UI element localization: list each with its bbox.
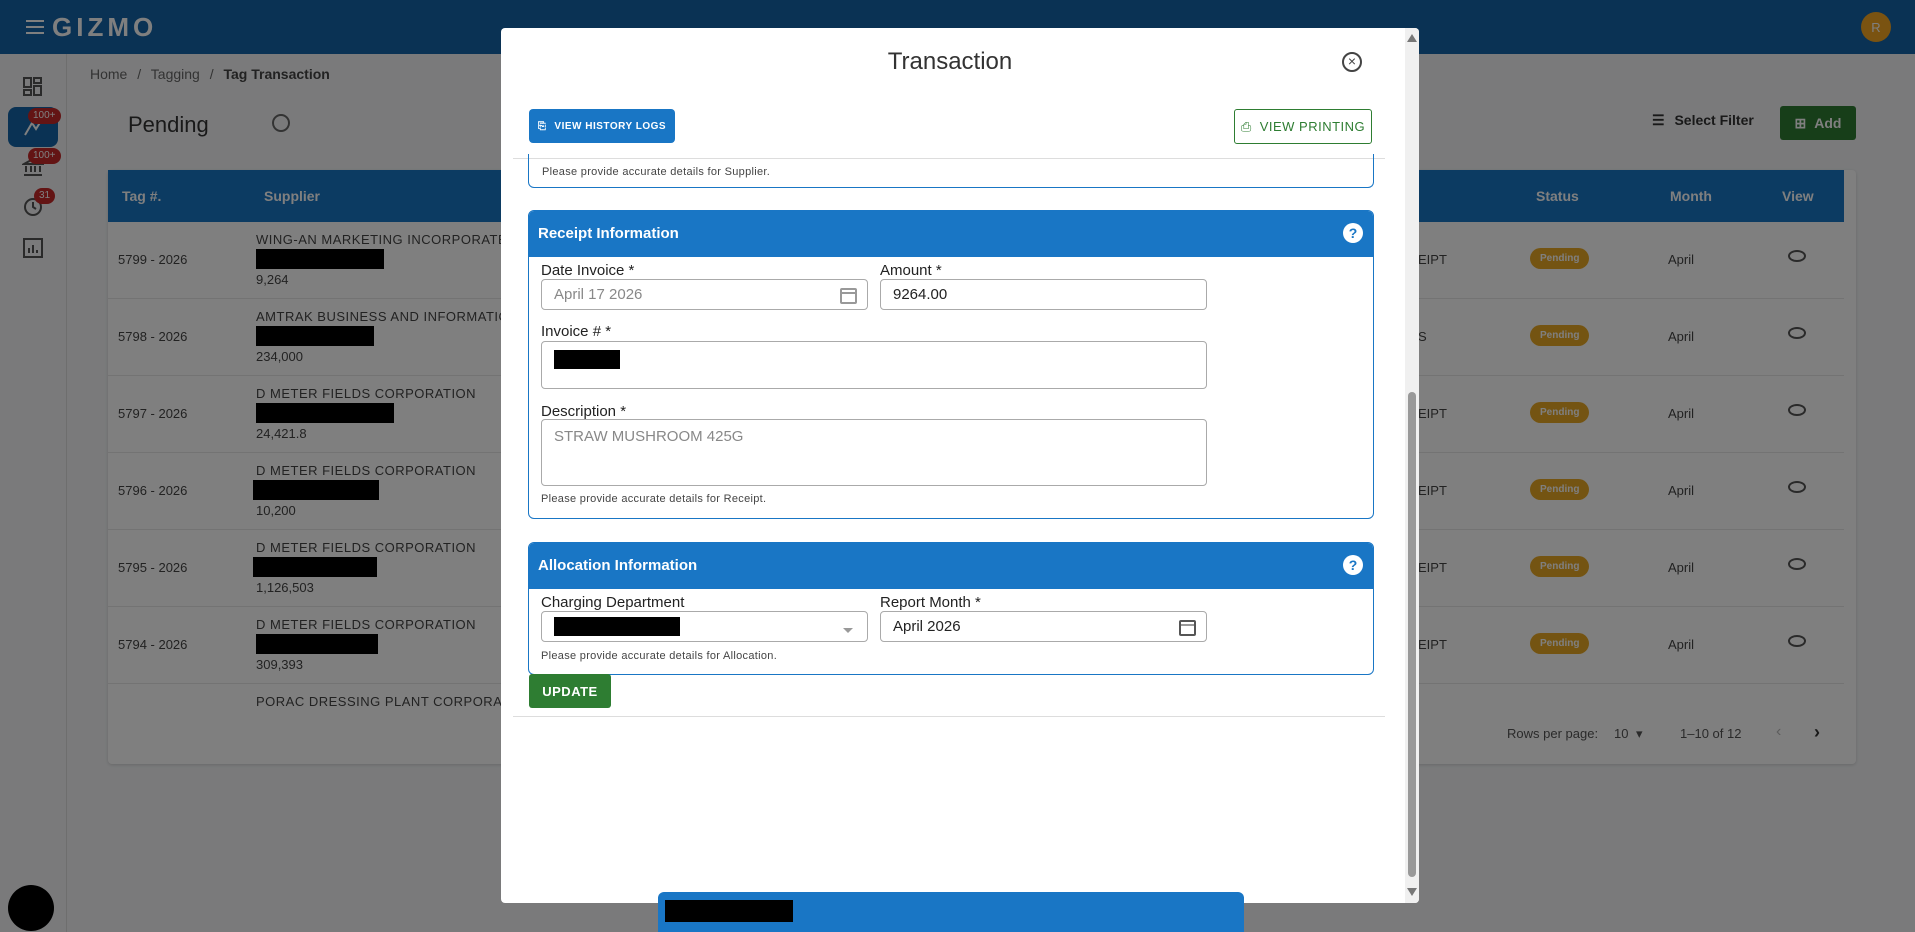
calendar-icon[interactable] xyxy=(1179,620,1196,636)
supplier-help-text: Please provide accurate details for Supp… xyxy=(542,166,771,178)
transaction-modal: Transaction × ⎘ VIEW HISTORY LOGS ⎙ VIEW… xyxy=(501,28,1419,903)
view-history-logs-button[interactable]: ⎘ VIEW HISTORY LOGS xyxy=(529,109,675,143)
allocation-section-title: Allocation Information xyxy=(538,557,698,574)
receipt-section-header: Receipt Information ? xyxy=(529,211,1373,257)
charging-department-select[interactable] xyxy=(541,611,868,642)
bottom-panel xyxy=(658,892,1244,932)
update-button[interactable]: UPDATE xyxy=(529,674,611,708)
report-month-value: April 2026 xyxy=(893,618,961,635)
date-invoice-value: April 17 2026 xyxy=(554,286,643,303)
redacted-block xyxy=(554,350,620,369)
amount-field[interactable]: 9264.00 xyxy=(880,279,1207,310)
chevron-down-icon[interactable] xyxy=(843,628,853,633)
receipt-section: Receipt Information ? Date Invoice * Apr… xyxy=(528,210,1374,519)
printer-icon: ⎙ xyxy=(1240,118,1252,134)
receipt-help-text: Please provide accurate details for Rece… xyxy=(541,493,767,505)
description-value: STRAW MUSHROOM 425G xyxy=(554,428,744,445)
date-invoice-label: Date Invoice * xyxy=(541,262,635,279)
help-icon[interactable]: ? xyxy=(1343,555,1363,575)
redacted-block xyxy=(665,900,793,922)
scroll-down-icon[interactable] xyxy=(1407,888,1417,896)
amount-value: 9264.00 xyxy=(893,286,948,303)
amount-label: Amount * xyxy=(880,262,942,279)
redacted-block xyxy=(554,617,680,636)
printing-button-label: VIEW PRINTING xyxy=(1259,119,1366,134)
date-invoice-field[interactable]: April 17 2026 xyxy=(541,279,868,310)
description-field[interactable]: STRAW MUSHROOM 425G xyxy=(541,419,1207,486)
description-label: Description * xyxy=(541,403,627,420)
receipt-section-title: Receipt Information xyxy=(538,225,679,242)
charging-department-label: Charging Department xyxy=(541,594,685,611)
calendar-icon[interactable] xyxy=(840,288,857,304)
supplier-section: Please provide accurate details for Supp… xyxy=(528,154,1374,188)
modal-title: Transaction xyxy=(887,48,1013,75)
modal-scrollbar-thumb[interactable] xyxy=(1408,392,1416,877)
report-month-field[interactable]: April 2026 xyxy=(880,611,1207,642)
invoice-number-field[interactable] xyxy=(541,341,1207,389)
allocation-section-header: Allocation Information ? xyxy=(529,543,1373,589)
allocation-help-text: Please provide accurate details for Allo… xyxy=(541,650,778,662)
close-icon[interactable]: × xyxy=(1342,52,1362,72)
scroll-up-icon[interactable] xyxy=(1407,34,1417,42)
help-icon[interactable]: ? xyxy=(1343,223,1363,243)
allocation-section: Allocation Information ? Charging Depart… xyxy=(528,542,1374,675)
divider xyxy=(513,716,1385,717)
history-icon: ⎘ xyxy=(537,120,547,132)
invoice-number-label: Invoice # * xyxy=(541,323,612,340)
history-button-label: VIEW HISTORY LOGS xyxy=(554,120,667,132)
view-printing-button[interactable]: ⎙ VIEW PRINTING xyxy=(1234,109,1372,144)
report-month-label: Report Month * xyxy=(880,594,981,611)
